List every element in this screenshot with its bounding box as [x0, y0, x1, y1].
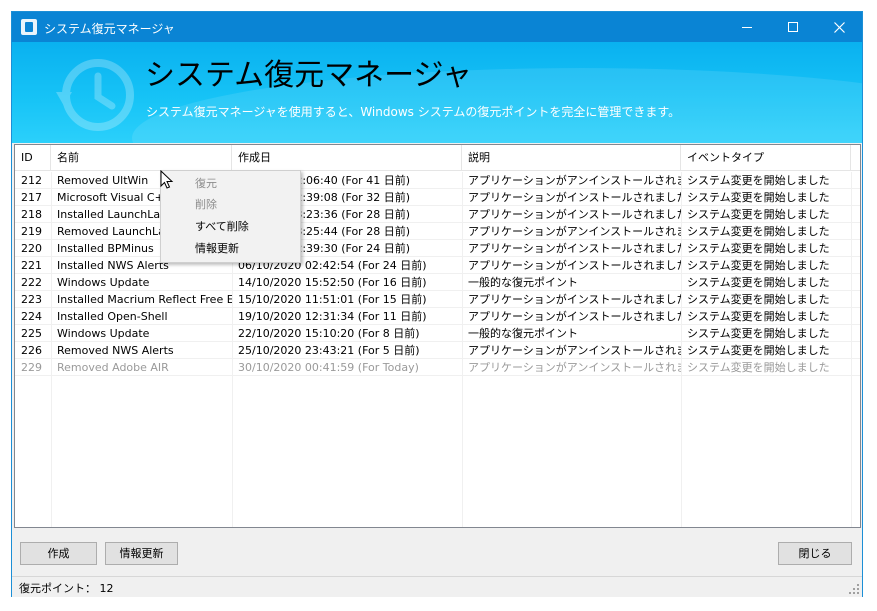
cell-description: アプリケーションがアンインストールされました — [468, 344, 681, 357]
restore-app-icon — [21, 19, 37, 35]
restore-point-count: 復元ポイント： 12 — [19, 582, 114, 595]
app-window: システム復元マネージャ システム復元マネージャ システム復元マネージャを使用する… — [11, 11, 863, 597]
cell-description: アプリケーションがアンインストールされました — [468, 361, 681, 374]
table-row[interactable]: 221 Installed NWS Alerts 06/10/2020 02:42:… — [15, 257, 860, 274]
banner-subtitle: システム復元マネージャを使用すると、Windows システムの復元ポイントを完全… — [146, 105, 681, 119]
table-row[interactable]: 224 Installed Open-Shell 19/10/2020 12:31:… — [15, 308, 860, 325]
cell-description: アプリケーションがインストールされました — [468, 208, 681, 221]
cell-description: アプリケーションがアンインストールされました — [468, 225, 681, 238]
table-row[interactable]: 226 Removed NWS Alerts 25/10/2020 23:43:21… — [15, 342, 860, 359]
cell-description: 一般的な復元ポイント — [468, 327, 578, 340]
create-button[interactable]: 作成 — [20, 542, 97, 565]
cell-id: 223 — [21, 293, 42, 306]
cell-id: 217 — [21, 191, 42, 204]
cell-name: Removed Adobe AIR — [57, 361, 169, 374]
minimize-icon — [742, 26, 752, 28]
context-menu: 復元 削除 すべて削除 情報更新 — [160, 170, 301, 263]
context-menu-delete-all[interactable]: すべて削除 — [161, 216, 300, 237]
cell-event-type: システム変更を開始しました — [687, 361, 830, 374]
cell-description: アプリケーションがインストールされました — [468, 242, 681, 255]
cell-id: 225 — [21, 327, 42, 340]
resize-grip-icon[interactable] — [849, 584, 859, 594]
cell-id: 226 — [21, 344, 42, 357]
table-row[interactable]: 218 Installed LaunchLater 3:23:36 (For 28 … — [15, 206, 860, 223]
column-header-description[interactable]: 説明 — [462, 145, 681, 171]
cell-event-type: システム変更を開始しました — [687, 310, 830, 323]
cell-event-type: システム変更を開始しました — [687, 225, 830, 238]
cell-event-type: システム変更を開始しました — [687, 344, 830, 357]
column-header-event-type[interactable]: イベントタイプ — [681, 145, 851, 171]
cell-id: 222 — [21, 276, 42, 289]
table-row[interactable]: 219 Removed LaunchLater 3:25:44 (For 28 日前… — [15, 223, 860, 240]
cell-id: 229 — [21, 361, 42, 374]
cell-name: Installed Macrium Reflect Free E... — [57, 293, 232, 306]
table-row[interactable]: 229 Removed Adobe AIR 30/10/2020 00:41:59 … — [15, 359, 860, 376]
cell-name: Installed Open-Shell — [57, 310, 168, 323]
table-row[interactable]: 212 Removed UltWin 2:06:40 (For 41 日前) アプリケ… — [15, 172, 860, 189]
cell-id: 218 — [21, 208, 42, 221]
cell-created: 22/10/2020 15:10:20 (For 8 日前) — [238, 327, 420, 340]
cell-description: アプリケーションがアンインストールされました — [468, 174, 681, 187]
cell-created: 15/10/2020 11:51:01 (For 15 日前) — [238, 293, 427, 306]
status-bar: 復元ポイント： 12 — [12, 576, 862, 597]
restore-points-table[interactable]: ID 名前 作成日 説明 イベントタイプ 212 Removed UltWin 2:… — [14, 144, 861, 528]
cell-event-type: システム変更を開始しました — [687, 327, 830, 340]
cell-event-type: システム変更を開始しました — [687, 174, 830, 187]
column-header-created[interactable]: 作成日 — [232, 145, 462, 171]
window-title: システム復元マネージャ — [44, 22, 175, 36]
cell-name: Removed NWS Alerts — [57, 344, 174, 357]
cell-description: アプリケーションがインストールされました — [468, 259, 681, 272]
cell-description: アプリケーションがインストールされました — [468, 191, 681, 204]
cell-event-type: システム変更を開始しました — [687, 208, 830, 221]
table-row[interactable]: 225 Windows Update 22/10/2020 15:10:20 (Fo… — [15, 325, 860, 342]
cell-created: 30/10/2020 00:41:59 (For Today) — [238, 361, 419, 374]
table-row[interactable]: 223 Installed Macrium Reflect Free E... 15… — [15, 291, 860, 308]
cell-id: 219 — [21, 225, 42, 238]
header-banner: システム復元マネージャ システム復元マネージャを使用すると、Windows シス… — [12, 42, 862, 143]
title-bar[interactable]: システム復元マネージャ — [12, 12, 862, 42]
cell-event-type: システム変更を開始しました — [687, 191, 830, 204]
cell-name: Windows Update — [57, 327, 150, 340]
cell-event-type: システム変更を開始しました — [687, 259, 830, 272]
table-row[interactable]: 217 Microsoft Visual C++ 2:39:08 (For 32 日… — [15, 189, 860, 206]
table-header: ID 名前 作成日 説明 イベントタイプ — [15, 145, 860, 171]
column-header-name[interactable]: 名前 — [51, 145, 232, 171]
cell-id: 221 — [21, 259, 42, 272]
cell-name: Windows Update — [57, 276, 150, 289]
cell-id: 212 — [21, 174, 42, 187]
close-icon — [833, 21, 845, 33]
column-header-id[interactable]: ID — [15, 145, 51, 171]
cell-description: アプリケーションがインストールされました — [468, 293, 681, 306]
cell-created: 25/10/2020 23:43:21 (For 5 日前) — [238, 344, 420, 357]
table-body: 212 Removed UltWin 2:06:40 (For 41 日前) アプリケ… — [15, 172, 860, 527]
cell-description: 一般的な復元ポイント — [468, 276, 578, 289]
maximize-icon — [788, 22, 798, 32]
cell-created: 14/10/2020 15:52:50 (For 16 日前) — [238, 276, 427, 289]
close-button[interactable]: 閉じる — [778, 542, 852, 565]
refresh-button[interactable]: 情報更新 — [105, 542, 178, 565]
cell-description: アプリケーションがインストールされました — [468, 310, 681, 323]
context-menu-refresh[interactable]: 情報更新 — [161, 238, 300, 259]
cell-event-type: システム変更を開始しました — [687, 242, 830, 255]
maximize-button[interactable] — [770, 12, 816, 42]
minimize-button[interactable] — [724, 12, 770, 42]
cell-event-type: システム変更を開始しました — [687, 293, 830, 306]
context-menu-restore[interactable]: 復元 — [161, 173, 300, 194]
cell-id: 224 — [21, 310, 42, 323]
history-clock-icon — [56, 59, 134, 131]
cell-created: 19/10/2020 12:31:34 (For 11 日前) — [238, 310, 427, 323]
context-menu-delete[interactable]: 削除 — [161, 194, 300, 215]
mouse-pointer-icon — [160, 170, 174, 189]
table-row[interactable]: 220 Installed BPMinus 2:39:30 (For 24 日前) ア… — [15, 240, 860, 257]
banner-title: システム復元マネージャ — [145, 58, 472, 93]
cell-id: 220 — [21, 242, 42, 255]
close-window-button[interactable] — [816, 12, 862, 42]
table-row[interactable]: 222 Windows Update 14/10/2020 15:52:50 (Fo… — [15, 274, 860, 291]
cell-event-type: システム変更を開始しました — [687, 276, 830, 289]
